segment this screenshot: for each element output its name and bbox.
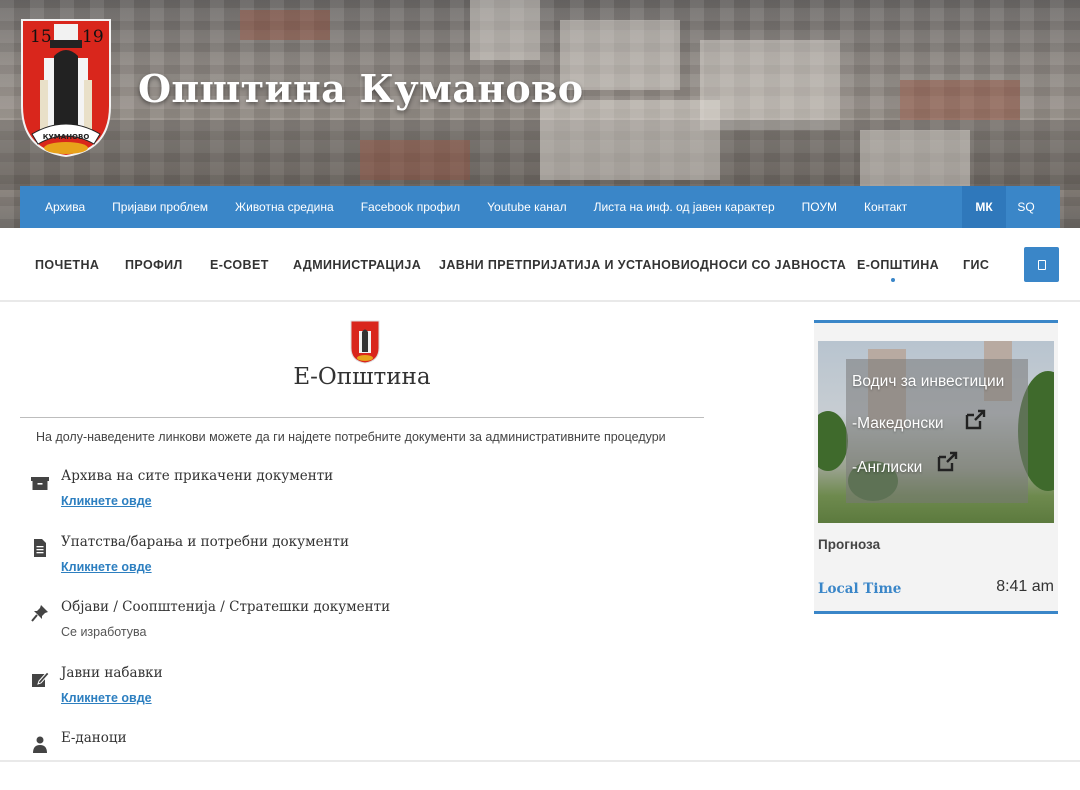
pin-icon bbox=[31, 605, 48, 622]
external-link-icon[interactable] bbox=[936, 451, 958, 473]
forecast-heading: Прогноза bbox=[818, 537, 881, 552]
hero-banner: 15 19 КУМАНОВО Општина Куманово Архива П… bbox=[0, 0, 1080, 228]
external-link-icon[interactable] bbox=[964, 409, 986, 431]
list-item-link[interactable]: Кликнете овде bbox=[61, 691, 152, 705]
list-item-title: Јавни набавки bbox=[61, 665, 163, 681]
title-divider bbox=[20, 417, 704, 418]
investment-guide-link-mk[interactable]: -Македонски bbox=[852, 415, 944, 433]
user-icon bbox=[33, 736, 47, 753]
list-item-title: Упатства/барања и потребни документи bbox=[61, 534, 350, 550]
archive-icon bbox=[31, 477, 49, 490]
list-item-title: Е-даноци bbox=[61, 730, 127, 746]
nav-public-enterprises[interactable]: ЈАВНИ ПРЕТПРИЈАТИЈА И УСТАНОВИ bbox=[439, 258, 690, 272]
list-item: Објави / Соопштенија / Стратешки докумен… bbox=[30, 599, 710, 659]
nav-gis[interactable]: ГИС bbox=[963, 258, 989, 272]
investment-guide-link-en[interactable]: -Англиски bbox=[852, 459, 922, 477]
sidebar-widget: Водич за инвестиции -Македонски -Англиск… bbox=[814, 320, 1058, 614]
nav-e-municipality[interactable]: Е-ОПШТИНА bbox=[857, 258, 939, 272]
document-icon bbox=[34, 539, 46, 557]
top-menu-public-info-list[interactable]: Листа на инф. од јавен карактер bbox=[580, 200, 788, 214]
top-menu-report-problem[interactable]: Пријави проблем bbox=[99, 200, 222, 214]
list-item: Упатства/барања и потребни документи Кли… bbox=[30, 534, 710, 594]
search-icon bbox=[1037, 259, 1046, 270]
list-item-title: Архива на сите прикачени документи bbox=[61, 468, 334, 484]
language-mk-button[interactable]: МК bbox=[962, 186, 1006, 228]
page-crest-icon bbox=[350, 320, 380, 364]
page-title: Е-Општина bbox=[293, 364, 431, 390]
top-menu-contact[interactable]: Контакт bbox=[850, 200, 920, 214]
list-item-link[interactable]: Кликнете овде bbox=[61, 560, 152, 574]
crest-year-right: 19 bbox=[82, 27, 104, 47]
edit-icon bbox=[32, 671, 50, 687]
investment-guide-heading: Водич за инвестиции bbox=[852, 373, 1005, 390]
list-item: Јавни набавки Кликнете овде bbox=[30, 665, 710, 725]
intro-text: На долу-наведените линкови можете да ги … bbox=[36, 430, 666, 444]
top-menu-youtube[interactable]: Youtube канал bbox=[474, 200, 580, 214]
list-item-note: Се изработува bbox=[61, 625, 147, 639]
active-indicator bbox=[891, 278, 895, 282]
list-item-link[interactable]: Кликнете овде bbox=[61, 494, 152, 508]
main-navigation: ПОЧЕТНА ПРОФИЛ Е-СОВЕТ АДМИНИСТРАЦИЈА ЈА… bbox=[0, 228, 1080, 302]
nav-public-relations[interactable]: ОДНОСИ СО ЈАВНОСТА bbox=[690, 258, 846, 272]
top-menu-archive[interactable]: Архива bbox=[20, 200, 99, 214]
top-menu-poum[interactable]: ПОУМ bbox=[788, 200, 850, 214]
list-item: Архива на сите прикачени документи Кликн… bbox=[30, 468, 710, 528]
local-time-label: Local Time bbox=[818, 581, 902, 597]
list-item-title: Објави / Соопштенија / Стратешки докумен… bbox=[61, 599, 391, 615]
top-menu-facebook[interactable]: Facebook профил bbox=[347, 200, 473, 214]
search-button[interactable] bbox=[1024, 247, 1059, 282]
site-title[interactable]: Општина Куманово bbox=[138, 66, 583, 111]
nav-e-council[interactable]: Е-СОВЕТ bbox=[210, 258, 269, 272]
crest-year-left: 15 bbox=[30, 27, 52, 47]
nav-home[interactable]: ПОЧЕТНА bbox=[35, 258, 99, 272]
nav-administration[interactable]: АДМИНИСТРАЦИЈА bbox=[293, 258, 421, 272]
crest-label: КУМАНОВО bbox=[43, 133, 90, 141]
top-menu-bar: Архива Пријави проблем Животна средина F… bbox=[20, 186, 1060, 228]
local-time-value: 8:41 am bbox=[996, 578, 1054, 595]
top-menu-environment[interactable]: Животна средина bbox=[222, 200, 348, 214]
investment-guide-banner[interactable]: Водич за инвестиции -Македонски -Англиск… bbox=[818, 341, 1054, 523]
language-sq-button[interactable]: SQ bbox=[1006, 186, 1046, 228]
nav-profile[interactable]: ПРОФИЛ bbox=[125, 258, 183, 272]
municipality-crest-logo[interactable]: 15 19 КУМАНОВО bbox=[20, 18, 112, 158]
